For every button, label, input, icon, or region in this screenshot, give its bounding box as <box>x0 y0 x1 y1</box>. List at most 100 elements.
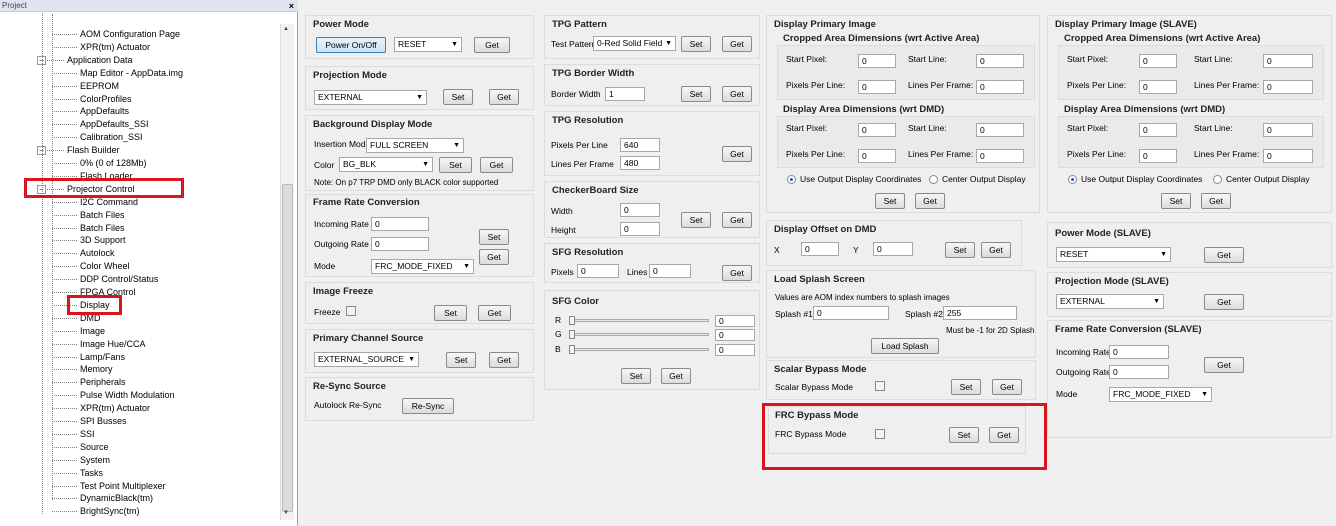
center-output-display-radio[interactable] <box>929 175 938 184</box>
load-splash-button[interactable]: Load Splash <box>871 338 939 354</box>
scalar-bypass-get-button[interactable]: Get <box>992 379 1022 395</box>
slave-cropped-start-pixel-input[interactable]: 0 <box>1139 54 1177 68</box>
scroll-down-icon[interactable]: ▼ <box>283 510 289 516</box>
display-slave-set-button[interactable]: Set <box>1161 193 1191 209</box>
checker-height-input[interactable]: 0 <box>620 222 660 236</box>
cropped-start-line-input[interactable]: 0 <box>976 54 1024 68</box>
display-lpf-input[interactable]: 0 <box>976 149 1024 163</box>
checker-width-input[interactable]: 0 <box>620 203 660 217</box>
background-set-button[interactable]: Set <box>439 157 472 173</box>
image-freeze-get-button[interactable]: Get <box>478 305 511 321</box>
tree-item[interactable]: DynamicBlack(tm) <box>80 492 153 505</box>
slave-cropped-lpf-input[interactable]: 0 <box>1263 80 1313 94</box>
sfg-lines-input[interactable]: 0 <box>649 264 691 278</box>
tree-item[interactable]: Source <box>80 441 109 454</box>
primary-source-combo[interactable]: EXTERNAL_SOURCE ▼ <box>314 352 419 367</box>
tree-item[interactable]: Map Editor - AppData.img <box>80 67 183 80</box>
projection-mode-combo[interactable]: EXTERNAL ▼ <box>314 90 427 105</box>
checkerboard-set-button[interactable]: Set <box>681 212 711 228</box>
slave-center-output-display-radio[interactable] <box>1213 175 1222 184</box>
slave-display-start-pixel-input[interactable]: 0 <box>1139 123 1177 137</box>
projection-mode-set-button[interactable]: Set <box>443 89 473 105</box>
splash1-input[interactable]: 0 <box>813 306 889 320</box>
sfg-resolution-get-button[interactable]: Get <box>722 265 752 281</box>
display-ppl-input[interactable]: 0 <box>858 149 896 163</box>
insertion-mode-combo[interactable]: FULL SCREEN ▼ <box>366 138 464 153</box>
cropped-lpf-input[interactable]: 0 <box>976 80 1024 94</box>
tree-item[interactable]: Color Wheel <box>80 260 130 273</box>
tree-item[interactable]: AppDefaults_SSI <box>80 118 149 131</box>
slave-display-ppl-input[interactable]: 0 <box>1139 149 1177 163</box>
tree-scrollbar-thumb[interactable] <box>282 184 293 512</box>
slave-incoming-rate-input[interactable]: 0 <box>1109 345 1169 359</box>
slave-display-start-line-input[interactable]: 0 <box>1263 123 1313 137</box>
red-slider-track[interactable] <box>569 319 709 322</box>
tree-item[interactable]: EEPROM <box>80 80 119 93</box>
bg-color-combo[interactable]: BG_BLK ▼ <box>339 157 433 172</box>
display-slave-get-button[interactable]: Get <box>1201 193 1231 209</box>
frc-slave-get-button[interactable]: Get <box>1204 357 1244 373</box>
display-primary-get-button[interactable]: Get <box>915 193 945 209</box>
outgoing-rate-input[interactable]: 0 <box>371 237 429 251</box>
tree-item[interactable]: BrightSync(tm) <box>80 505 140 518</box>
scalar-bypass-checkbox[interactable] <box>875 381 885 391</box>
slave-outgoing-rate-input[interactable]: 0 <box>1109 365 1169 379</box>
green-slider-track[interactable] <box>569 333 709 336</box>
green-slider-thumb[interactable] <box>569 330 575 339</box>
tree-item[interactable]: Pulse Width Modulation <box>80 389 175 402</box>
tpg-border-set-button[interactable]: Set <box>681 86 711 102</box>
cropped-ppl-input[interactable]: 0 <box>858 80 896 94</box>
frc-mode-combo[interactable]: FRC_MODE_FIXED ▼ <box>371 259 474 274</box>
tree-item[interactable]: XPR(tm) Actuator <box>80 402 150 415</box>
sfg-color-get-button[interactable]: Get <box>661 368 691 384</box>
power-mode-get-button[interactable]: Get <box>474 37 510 53</box>
checkerboard-get-button[interactable]: Get <box>722 212 752 228</box>
tree-item[interactable]: Image <box>80 325 105 338</box>
display-start-pixel-input[interactable]: 0 <box>858 123 896 137</box>
incoming-rate-input[interactable]: 0 <box>371 217 429 231</box>
display-primary-set-button[interactable]: Set <box>875 193 905 209</box>
projection-slave-get-button[interactable]: Get <box>1204 294 1244 310</box>
tree-item[interactable]: 0% (0 of 128Mb) <box>80 157 147 170</box>
freeze-checkbox[interactable] <box>346 306 356 316</box>
display-offset-get-button[interactable]: Get <box>981 242 1011 258</box>
power-slave-combo[interactable]: RESET ▼ <box>1056 247 1171 262</box>
sfg-color-set-button[interactable]: Set <box>621 368 651 384</box>
offset-x-input[interactable]: 0 <box>801 242 839 256</box>
tree-item[interactable]: AppDefaults <box>80 105 129 118</box>
tree-item[interactable]: SPI Busses <box>80 415 127 428</box>
slave-cropped-ppl-input[interactable]: 0 <box>1139 80 1177 94</box>
tree-item[interactable]: 3D Support <box>80 234 126 247</box>
tree-item[interactable]: Peripherals <box>80 376 126 389</box>
display-offset-set-button[interactable]: Set <box>945 242 975 258</box>
red-value-input[interactable]: 0 <box>715 315 755 327</box>
tree-item[interactable]: XPR(tm) Actuator <box>80 41 150 54</box>
display-start-line-input[interactable]: 0 <box>976 123 1024 137</box>
slave-cropped-start-line-input[interactable]: 0 <box>1263 54 1313 68</box>
frame-rate-set-button[interactable]: Set <box>479 229 509 245</box>
tpg-pattern-get-button[interactable]: Get <box>722 36 752 52</box>
border-width-input[interactable]: 1 <box>605 87 645 101</box>
tree-item[interactable]: System <box>80 454 110 467</box>
offset-y-input[interactable]: 0 <box>873 242 913 256</box>
pixels-per-line-input[interactable]: 640 <box>620 138 660 152</box>
tree-item[interactable]: SSI <box>80 428 95 441</box>
tree-item[interactable]: Batch Files <box>80 209 125 222</box>
resync-button[interactable]: Re-Sync <box>402 398 454 414</box>
tree-item[interactable]: DDP Control/Status <box>80 273 158 286</box>
projection-mode-get-button[interactable]: Get <box>489 89 519 105</box>
blue-value-input[interactable]: 0 <box>715 344 755 356</box>
use-output-coordinates-radio[interactable] <box>787 175 796 184</box>
tree-item[interactable]: Image Hue/CCA <box>80 338 146 351</box>
tree-item[interactable]: Autolock <box>80 247 115 260</box>
scalar-bypass-set-button[interactable]: Set <box>951 379 981 395</box>
tree-item[interactable]: Memory <box>80 363 113 376</box>
power-on-off-button[interactable]: Power On/Off <box>316 37 386 53</box>
red-slider-thumb[interactable] <box>569 316 575 325</box>
tree-item[interactable]: AOM Configuration Page <box>80 28 180 41</box>
tpg-border-get-button[interactable]: Get <box>722 86 752 102</box>
projection-slave-combo[interactable]: EXTERNAL ▼ <box>1056 294 1164 309</box>
tree-item[interactable]: Flash Builder <box>67 144 120 157</box>
tree-item[interactable]: Tasks <box>80 467 103 480</box>
tree-scrollbar[interactable]: ▲ ▼ <box>280 24 294 520</box>
